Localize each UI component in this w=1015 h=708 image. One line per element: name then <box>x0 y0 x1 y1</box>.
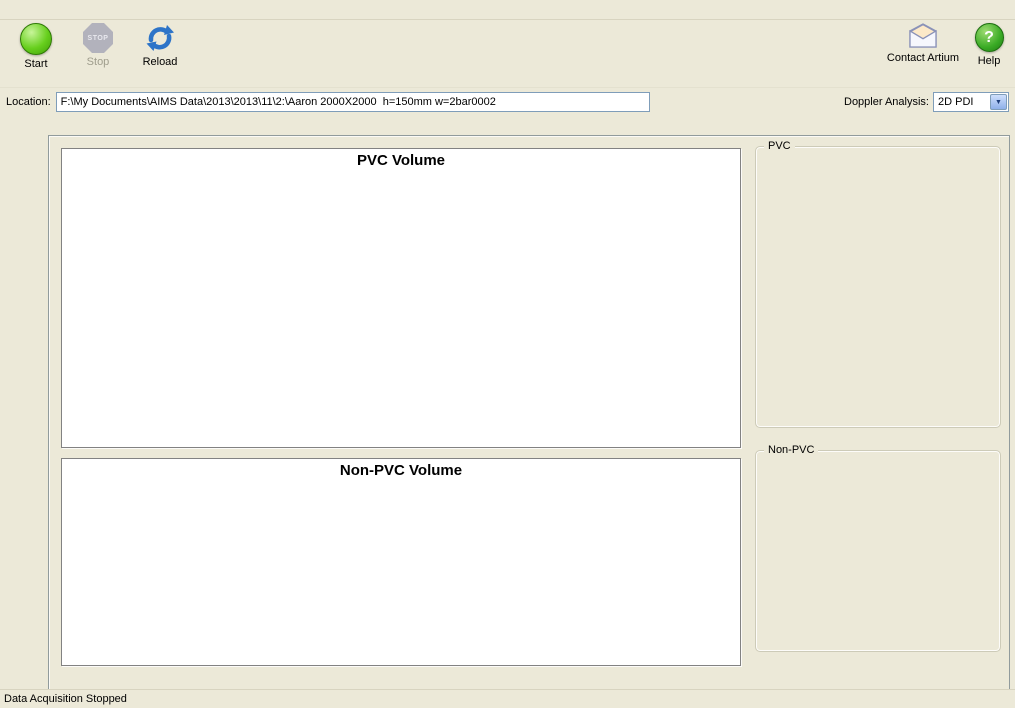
location-input[interactable] <box>56 92 650 112</box>
help-icon-glyph: ? <box>984 29 994 47</box>
tab-strip <box>48 112 1010 135</box>
pvc-stats-title: PVC <box>764 140 795 152</box>
contact-artium-button[interactable]: Contact Artium <box>885 23 961 64</box>
reload-button[interactable]: Reload <box>134 23 186 68</box>
reload-button-label: Reload <box>143 56 178 68</box>
stop-button[interactable]: STOP Stop <box>72 23 124 68</box>
nonpvc-stats-groupbox: Non-PVC <box>755 450 1001 652</box>
start-icon <box>20 23 52 55</box>
status-text: Data Acquisition Stopped <box>4 693 127 705</box>
nonpvc-volume-chart-panel: Non-PVC Volume <box>61 458 741 666</box>
tab-page-pdi-volume: PVC Volume Non-PVC Volume PVC Non-PVC <box>48 135 1010 690</box>
charts-area: PVC Volume Non-PVC Volume <box>49 136 749 689</box>
left-sidebar <box>0 112 48 690</box>
pvc-stats-groupbox: PVC <box>755 146 1001 428</box>
main-content: PVC Volume Non-PVC Volume PVC Non-PVC <box>0 112 1015 690</box>
nonpvc-chart-title: Non-PVC Volume <box>62 459 740 481</box>
doppler-analysis-label: Doppler Analysis: <box>844 96 929 108</box>
statistics-column: PVC Non-PVC <box>749 136 1009 689</box>
pvc-volume-chart-panel: PVC Volume <box>61 148 741 448</box>
help-icon: ? <box>975 23 1004 52</box>
doppler-analysis-select[interactable]: 2D PDI ▼ <box>933 92 1009 112</box>
pvc-chart-title: PVC Volume <box>62 149 740 171</box>
location-label: Location: <box>6 96 51 108</box>
stop-icon: STOP <box>83 23 113 53</box>
envelope-icon <box>906 23 940 49</box>
help-button[interactable]: ? Help <box>971 23 1007 67</box>
tab-container: PVC Volume Non-PVC Volume PVC Non-PVC <box>48 112 1015 690</box>
status-bar: Data Acquisition Stopped <box>0 689 1015 708</box>
stop-icon-text: STOP <box>88 35 109 42</box>
reload-icon <box>145 23 175 53</box>
doppler-analysis-value: 2D PDI <box>938 96 973 108</box>
toolbar: Start STOP Stop Reload Contact Artium ? … <box>0 20 1015 88</box>
menu-bar <box>0 0 1015 20</box>
stop-button-label: Stop <box>87 56 110 68</box>
nonpvc-stats-title: Non-PVC <box>764 444 818 456</box>
chevron-down-icon[interactable]: ▼ <box>990 94 1007 110</box>
contact-artium-label: Contact Artium <box>887 52 959 64</box>
help-button-label: Help <box>978 55 1001 67</box>
start-button[interactable]: Start <box>10 23 62 70</box>
start-button-label: Start <box>24 58 47 70</box>
